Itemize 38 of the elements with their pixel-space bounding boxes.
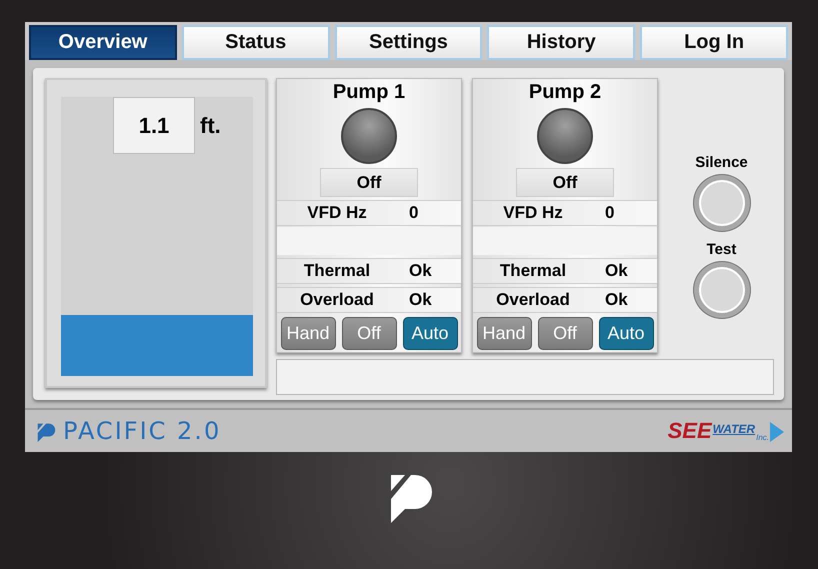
mode-button[interactable]: Off bbox=[342, 317, 396, 350]
triangle-icon bbox=[770, 422, 784, 442]
reading-label: VFD Hz bbox=[502, 203, 564, 223]
alarm-label: Silence bbox=[695, 154, 748, 171]
mode-button[interactable]: Hand bbox=[476, 317, 532, 350]
reading-label: VFD Hz bbox=[306, 203, 368, 223]
mode-button[interactable]: Hand bbox=[280, 317, 336, 350]
reading-label: Overload bbox=[299, 290, 375, 310]
mode-button[interactable]: Off bbox=[538, 317, 592, 350]
reading-value: Ok bbox=[604, 261, 629, 281]
mode-button[interactable]: Auto bbox=[402, 317, 458, 350]
reading-value: 0 bbox=[604, 203, 616, 223]
brand-subname: WATER bbox=[712, 422, 756, 436]
pump-title: Pump 1 bbox=[332, 81, 406, 104]
reading-value: 0 bbox=[408, 203, 420, 223]
reading-label: Thermal bbox=[498, 261, 568, 281]
reading-value: Ok bbox=[604, 290, 629, 310]
level-reading: 1.1 bbox=[113, 97, 195, 154]
alarm-label: Test bbox=[706, 241, 736, 258]
nav-tab[interactable]: Status bbox=[182, 25, 330, 60]
reading-label: Thermal bbox=[302, 261, 372, 281]
pump-state: Off bbox=[516, 168, 614, 197]
reading-label: Overload bbox=[495, 290, 571, 310]
mode-button[interactable]: Auto bbox=[598, 317, 654, 350]
reading-value: Ok bbox=[408, 290, 433, 310]
round-button[interactable] bbox=[694, 262, 750, 318]
brand-suffix: Inc. bbox=[756, 433, 769, 442]
pump-title: Pump 2 bbox=[528, 81, 602, 104]
level-unit: ft. bbox=[200, 112, 221, 138]
nav-tab[interactable]: History bbox=[487, 25, 636, 60]
nav-tab[interactable]: Settings bbox=[334, 25, 482, 60]
reading-value: Ok bbox=[408, 261, 433, 281]
nav-tab[interactable]: Log In bbox=[640, 25, 788, 60]
nav-tab[interactable]: Overview bbox=[29, 25, 177, 60]
pump-state: Off bbox=[320, 168, 418, 197]
brand-name: SEE bbox=[668, 418, 712, 444]
round-button[interactable] bbox=[694, 175, 750, 231]
product-name: PACIFIC 2.0 bbox=[63, 417, 222, 445]
